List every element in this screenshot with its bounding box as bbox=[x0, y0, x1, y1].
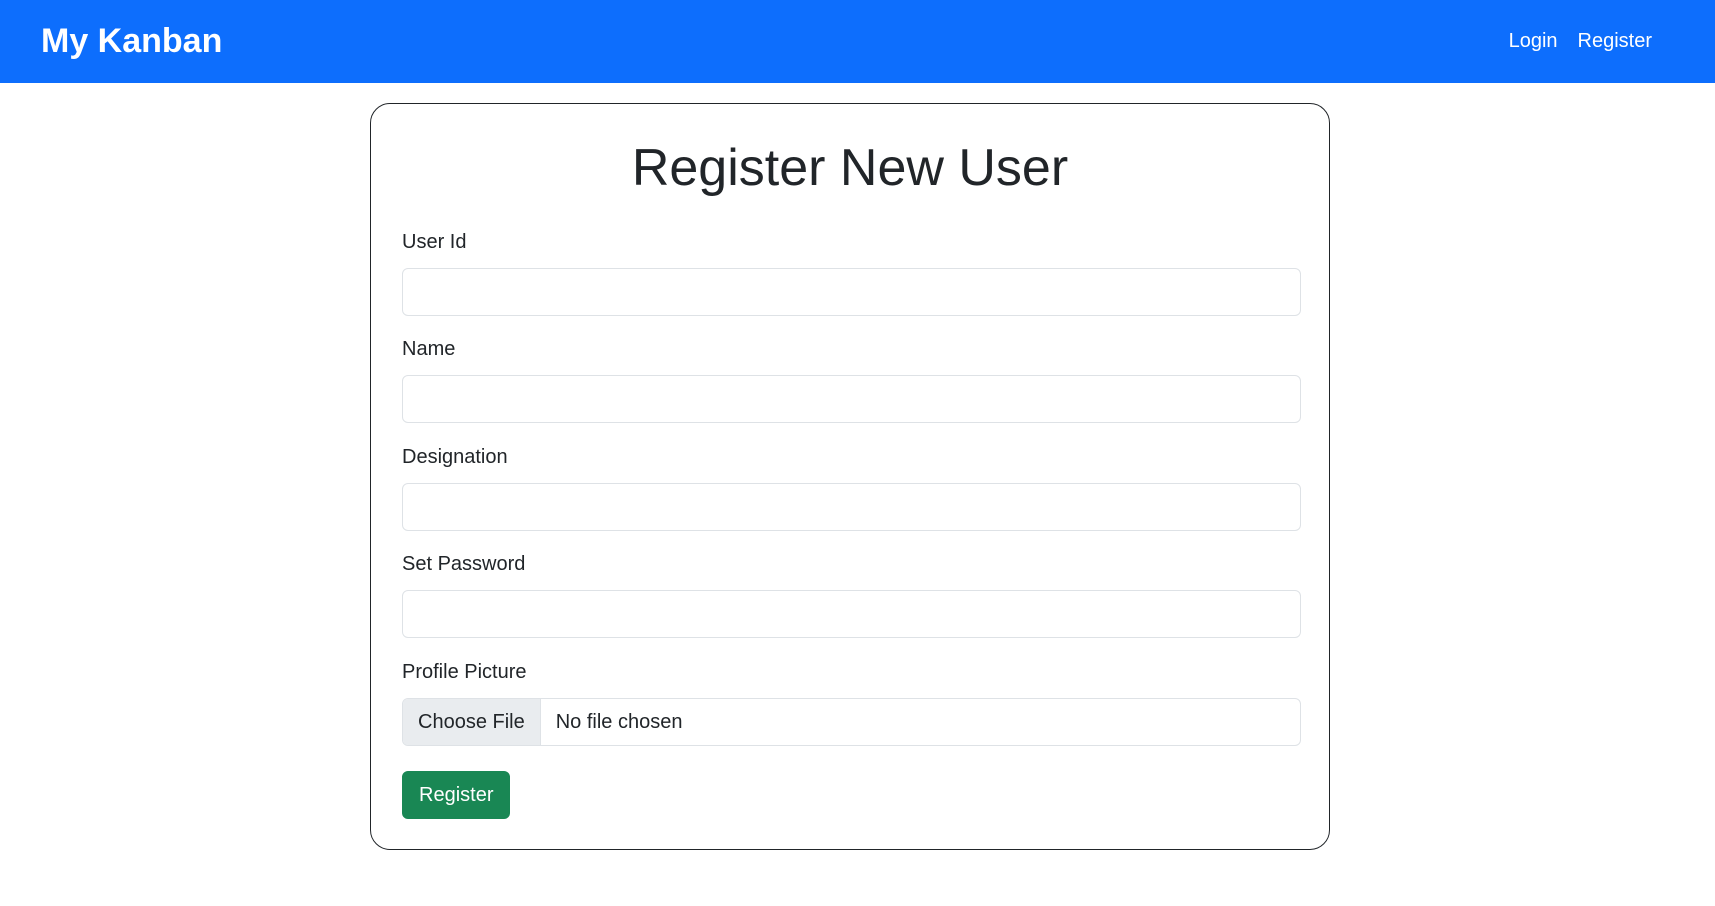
designation-input[interactable] bbox=[402, 483, 1301, 531]
profile-picture-file-input[interactable]: Choose File No file chosen bbox=[402, 698, 1301, 746]
register-button[interactable]: Register bbox=[402, 771, 511, 819]
designation-group: Designation bbox=[402, 445, 1301, 531]
user-id-input[interactable] bbox=[402, 268, 1301, 316]
profile-picture-label: Profile Picture bbox=[402, 661, 527, 683]
nav-register-link[interactable]: Register bbox=[1578, 30, 1652, 53]
choose-file-button[interactable]: Choose File bbox=[403, 699, 541, 745]
name-label: Name bbox=[402, 338, 456, 360]
password-label: Set Password bbox=[402, 553, 526, 575]
password-group: Set Password bbox=[402, 552, 1301, 638]
name-group: Name bbox=[402, 337, 1301, 423]
user-id-label: User Id bbox=[402, 231, 467, 253]
page-title: Register New User bbox=[631, 139, 1069, 197]
register-card: Register New User User Id Name Designati… bbox=[370, 103, 1330, 850]
nav-login-link[interactable]: Login bbox=[1509, 30, 1558, 53]
top-navbar: My Kanban Login Register bbox=[0, 0, 1715, 83]
user-id-group: User Id bbox=[402, 230, 1301, 316]
brand-link[interactable]: My Kanban bbox=[41, 22, 222, 61]
name-input[interactable] bbox=[402, 375, 1301, 423]
password-input[interactable] bbox=[402, 590, 1301, 638]
file-status-text: No file chosen bbox=[555, 710, 683, 733]
designation-label: Designation bbox=[402, 446, 508, 468]
nav-links: Login Register bbox=[1509, 30, 1652, 53]
profile-picture-group: Profile Picture Choose File No file chos… bbox=[402, 660, 1301, 746]
